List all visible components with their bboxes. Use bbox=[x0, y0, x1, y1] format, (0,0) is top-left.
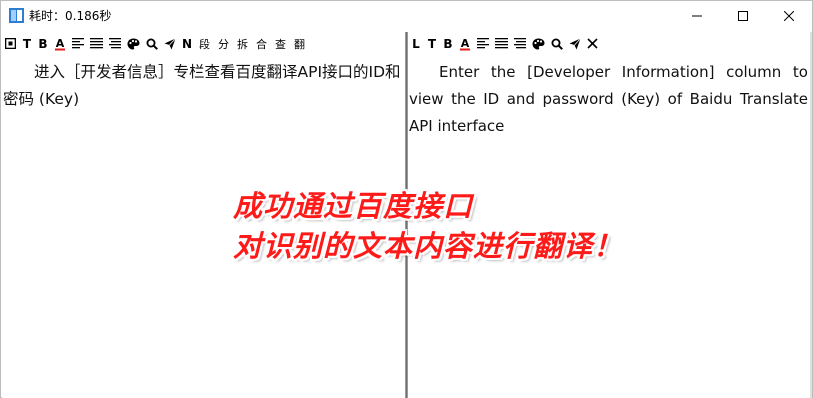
close-button[interactable] bbox=[766, 1, 812, 31]
palette-icon bbox=[532, 38, 545, 50]
svg-text:A: A bbox=[56, 37, 65, 50]
translated-text[interactable]: Enter the [Developer Information] column… bbox=[408, 55, 810, 140]
tb-left-align-justify-button[interactable] bbox=[87, 35, 106, 53]
font-color-icon: A bbox=[459, 37, 471, 51]
tb-left-search-button[interactable] bbox=[143, 35, 161, 53]
tb-left-break-button[interactable]: 拆 bbox=[233, 35, 252, 53]
tb-right-clear-button[interactable] bbox=[584, 35, 601, 53]
tb-left-font-color-button[interactable]: A bbox=[51, 35, 69, 53]
tb-right-send-button[interactable] bbox=[566, 35, 584, 53]
tb-left-n-button[interactable]: N bbox=[179, 35, 195, 53]
window-title: 耗时：0.186秒 bbox=[29, 9, 112, 23]
tb-right-l-label: L bbox=[412, 36, 420, 51]
tb-right-l-button[interactable]: L bbox=[408, 35, 424, 53]
tb-left-paragraph-button[interactable]: 段 bbox=[195, 35, 214, 53]
align-justify-icon bbox=[495, 38, 508, 49]
align-right-icon bbox=[514, 38, 526, 49]
translation-toolbar: LTBA bbox=[408, 34, 810, 53]
tb-left-lookup-label: 查 bbox=[275, 37, 287, 51]
minimize-icon bbox=[692, 15, 702, 17]
tb-right-search-button[interactable] bbox=[548, 35, 566, 53]
title-bar[interactable]: 耗时：0.186秒 bbox=[1, 1, 812, 31]
tb-left-box-button[interactable] bbox=[2, 35, 19, 53]
tb-left-split-button[interactable]: 分 bbox=[214, 35, 233, 53]
tb-left-palette-button[interactable] bbox=[124, 35, 143, 53]
tb-left-merge-button[interactable]: 合 bbox=[252, 35, 271, 53]
tb-left-translate-button[interactable]: 翻 bbox=[290, 35, 309, 53]
tb-right-font-color-button[interactable]: A bbox=[456, 35, 474, 53]
overlay-caption: 成功通过百度接口 对识别的文本内容进行翻译！ bbox=[233, 186, 653, 266]
svg-text:A: A bbox=[461, 37, 470, 50]
tb-right-text-label: T bbox=[427, 36, 437, 51]
tb-left-split-label: 分 bbox=[218, 37, 230, 51]
maximize-icon bbox=[738, 11, 748, 21]
align-justify-icon bbox=[90, 38, 103, 49]
align-left-icon bbox=[477, 38, 489, 49]
tb-right-align-right-button[interactable] bbox=[511, 35, 529, 53]
tb-left-text-label: T bbox=[22, 36, 32, 51]
minimize-button[interactable] bbox=[674, 1, 720, 31]
search-icon bbox=[146, 38, 158, 50]
tb-right-text-button[interactable]: T bbox=[424, 35, 440, 53]
tb-left-bold-label: B bbox=[38, 36, 48, 51]
close-icon bbox=[784, 11, 794, 21]
window-right-edge bbox=[810, 32, 812, 398]
tb-left-n-label: N bbox=[182, 36, 193, 51]
font-color-icon: A bbox=[54, 37, 66, 51]
source-toolbar: TBA N段分拆合查翻 bbox=[2, 34, 405, 53]
tb-left-bold-button[interactable]: B bbox=[35, 35, 51, 53]
tb-right-bold-label: B bbox=[443, 36, 453, 51]
tb-left-send-button[interactable] bbox=[161, 35, 179, 53]
tb-left-text-button[interactable]: T bbox=[19, 35, 35, 53]
tb-right-align-justify-button[interactable] bbox=[492, 35, 511, 53]
tb-left-translate-label: 翻 bbox=[294, 37, 306, 51]
maximize-button[interactable] bbox=[720, 1, 766, 31]
search-icon bbox=[551, 38, 563, 50]
send-icon bbox=[164, 37, 176, 50]
caption-line-1: 成功通过百度接口 bbox=[233, 189, 474, 223]
app-window: 耗时：0.186秒 TBAN段分拆合查翻 LTBA 进入［开发者信息］专栏查看百… bbox=[0, 0, 813, 398]
tb-right-bold-button[interactable]: B bbox=[440, 35, 456, 53]
tb-left-lookup-button[interactable]: 查 bbox=[271, 35, 290, 53]
caption-line-2: 对识别的文本内容进行翻译！ bbox=[233, 229, 624, 263]
palette-icon bbox=[127, 38, 140, 50]
tb-left-align-right-button[interactable] bbox=[106, 35, 124, 53]
tb-right-palette-button[interactable] bbox=[529, 35, 548, 53]
tb-left-merge-label: 合 bbox=[256, 37, 268, 51]
align-right-icon bbox=[109, 38, 121, 49]
tb-left-paragraph-label: 段 bbox=[199, 37, 211, 51]
app-logo-icon bbox=[9, 8, 24, 23]
source-text[interactable]: 进入［开发者信息］专栏查看百度翻译API接口的ID和密码 (Key) bbox=[2, 55, 405, 113]
send-icon bbox=[569, 37, 581, 50]
tb-left-align-left-button[interactable] bbox=[69, 35, 87, 53]
square-icon bbox=[5, 38, 16, 49]
tb-left-break-label: 拆 bbox=[237, 37, 249, 51]
align-left-icon bbox=[72, 38, 84, 49]
close-icon bbox=[587, 38, 598, 49]
tb-right-align-left-button[interactable] bbox=[474, 35, 492, 53]
